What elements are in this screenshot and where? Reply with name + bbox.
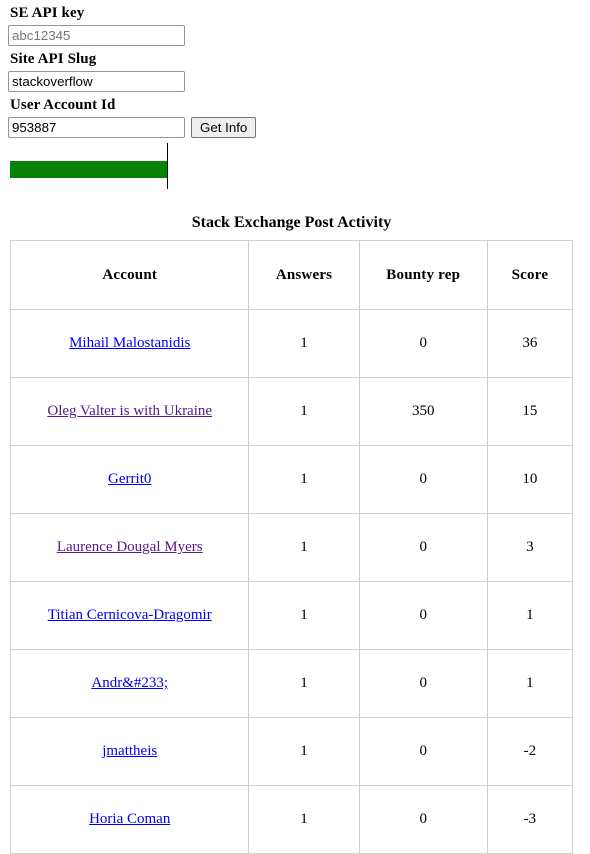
api-key-label: SE API key bbox=[10, 5, 85, 21]
table-row: Andr&#233; 1 0 1 bbox=[9, 649, 574, 718]
cell-account: Andr&#233; bbox=[9, 649, 250, 718]
cell-score: 1 bbox=[486, 581, 574, 650]
column-header-score: Score bbox=[486, 240, 574, 310]
cell-bounty-rep: 0 bbox=[358, 785, 488, 854]
account-link[interactable]: Oleg Valter is with Ukraine bbox=[47, 403, 212, 419]
column-header-account: Account bbox=[9, 240, 250, 310]
account-link[interactable]: Laurence Dougal Myers bbox=[57, 539, 203, 555]
cell-bounty-rep: 0 bbox=[358, 513, 488, 582]
cell-bounty-rep: 0 bbox=[358, 581, 488, 650]
progress-bar bbox=[10, 161, 167, 178]
cell-answers: 1 bbox=[248, 717, 360, 786]
cell-bounty-rep: 0 bbox=[358, 309, 488, 378]
table-header: Account Answers Bounty rep Score bbox=[9, 240, 574, 310]
user-account-id-input[interactable] bbox=[8, 117, 185, 138]
site-slug-label: Site API Slug bbox=[10, 51, 97, 67]
table-row: Oleg Valter is with Ukraine 1 350 15 bbox=[9, 377, 574, 446]
cell-score: 36 bbox=[486, 309, 574, 378]
account-link[interactable]: Gerrit0 bbox=[108, 471, 151, 487]
text-caret bbox=[167, 143, 168, 189]
cell-account: Oleg Valter is with Ukraine bbox=[9, 377, 250, 446]
cell-score: -2 bbox=[486, 717, 574, 786]
cell-account: jmattheis bbox=[9, 717, 250, 786]
get-info-button[interactable]: Get Info bbox=[191, 117, 257, 138]
table-row: jmattheis 1 0 -2 bbox=[9, 717, 574, 786]
account-link[interactable]: Andr&#233; bbox=[91, 675, 168, 691]
cell-answers: 1 bbox=[248, 377, 360, 446]
progress-bar-fill bbox=[10, 161, 167, 178]
cell-score: -3 bbox=[486, 785, 574, 854]
column-header-answers: Answers bbox=[248, 240, 360, 310]
cell-answers: 1 bbox=[248, 309, 360, 378]
cell-account: Horia Coman bbox=[9, 785, 250, 854]
column-header-bounty-rep: Bounty rep bbox=[358, 240, 488, 310]
account-link[interactable]: jmattheis bbox=[102, 743, 157, 759]
cell-bounty-rep: 0 bbox=[358, 649, 488, 718]
page-title: Stack Exchange Post Activity bbox=[191, 214, 392, 231]
cell-answers: 1 bbox=[248, 785, 360, 854]
cell-bounty-rep: 0 bbox=[358, 717, 488, 786]
account-link[interactable]: Mihail Malostanidis bbox=[69, 335, 190, 351]
account-link[interactable]: Horia Coman bbox=[89, 811, 170, 827]
account-link[interactable]: Titian Cernicova-Dragomir bbox=[48, 607, 212, 623]
cell-score: 15 bbox=[486, 377, 574, 446]
cell-account: Gerrit0 bbox=[9, 445, 250, 514]
api-key-input[interactable] bbox=[8, 25, 185, 46]
cell-bounty-rep: 350 bbox=[358, 377, 488, 446]
site-slug-input[interactable] bbox=[8, 71, 185, 92]
table-row: Gerrit0 1 0 10 bbox=[9, 445, 574, 514]
progress-row bbox=[8, 143, 590, 189]
table-body: Mihail Malostanidis 1 0 36 Oleg Valter is wi… bbox=[9, 309, 574, 854]
cell-score: 3 bbox=[486, 513, 574, 582]
user-account-id-label: User Account Id bbox=[10, 97, 116, 113]
cell-score: 10 bbox=[486, 445, 574, 514]
cell-answers: 1 bbox=[248, 581, 360, 650]
table-row: Laurence Dougal Myers 1 0 3 bbox=[9, 513, 574, 582]
table-row: Horia Coman 1 0 -3 bbox=[9, 785, 574, 854]
cell-answers: 1 bbox=[248, 513, 360, 582]
cell-account: Laurence Dougal Myers bbox=[9, 513, 250, 582]
cell-account: Titian Cernicova-Dragomir bbox=[9, 581, 250, 650]
cell-answers: 1 bbox=[248, 445, 360, 514]
table-header-row: Account Answers Bounty rep Score bbox=[9, 240, 574, 310]
cell-answers: 1 bbox=[248, 649, 360, 718]
cell-account: Mihail Malostanidis bbox=[9, 309, 250, 378]
cell-bounty-rep: 0 bbox=[358, 445, 488, 514]
table-row: Titian Cernicova-Dragomir 1 0 1 bbox=[9, 581, 574, 650]
api-form: SE API key Site API Slug User Account Id… bbox=[0, 4, 590, 189]
cell-score: 1 bbox=[486, 649, 574, 718]
post-activity-table: Account Answers Bounty rep Score Mihail … bbox=[9, 240, 574, 854]
table-row: Mihail Malostanidis 1 0 36 bbox=[9, 309, 574, 378]
